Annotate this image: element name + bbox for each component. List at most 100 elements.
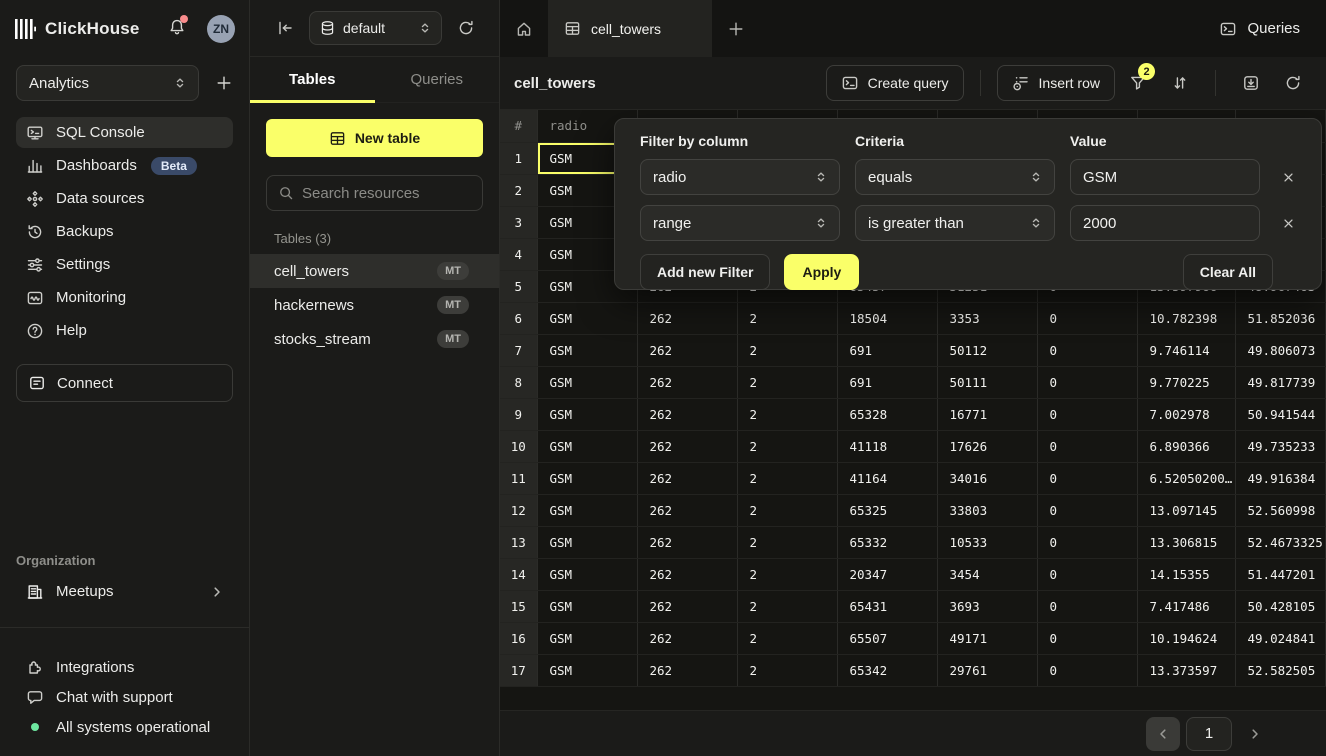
- grid-cell[interactable]: 7.002978: [1137, 398, 1235, 430]
- grid-cell[interactable]: 65325: [837, 494, 937, 526]
- grid-cell[interactable]: 262: [637, 526, 737, 558]
- table-list-item-cell_towers[interactable]: cell_towersMT: [250, 254, 499, 288]
- sidebar-item-meetups[interactable]: Meetups: [16, 576, 233, 607]
- grid-cell[interactable]: 0: [1037, 558, 1137, 590]
- row-number[interactable]: 15: [500, 590, 537, 622]
- grid-cell[interactable]: 0: [1037, 622, 1137, 654]
- sort-button[interactable]: [1161, 65, 1199, 101]
- grid-cell[interactable]: 262: [637, 302, 737, 334]
- grid-cell[interactable]: GSM: [537, 622, 637, 654]
- grid-cell[interactable]: 262: [637, 590, 737, 622]
- filter-column-select-0[interactable]: radio: [640, 159, 840, 195]
- home-tab[interactable]: [500, 0, 548, 57]
- sidebar-item-monitoring[interactable]: Monitoring: [16, 282, 233, 313]
- grid-cell[interactable]: 10.782398: [1137, 302, 1235, 334]
- grid-cell[interactable]: 0: [1037, 526, 1137, 558]
- grid-cell[interactable]: 65507: [837, 622, 937, 654]
- grid-cell[interactable]: 3353: [937, 302, 1037, 334]
- remove-filter-button-0[interactable]: [1275, 172, 1301, 183]
- refresh-table-button[interactable]: [1274, 65, 1312, 101]
- grid-cell[interactable]: 13.373597: [1137, 654, 1235, 686]
- filter-column-select-1[interactable]: range: [640, 205, 840, 241]
- grid-cell[interactable]: GSM: [537, 558, 637, 590]
- grid-cell[interactable]: 14.15355: [1137, 558, 1235, 590]
- add-filter-button[interactable]: Add new Filter: [640, 254, 770, 290]
- grid-cell[interactable]: 0: [1037, 462, 1137, 494]
- grid-cell[interactable]: 65431: [837, 590, 937, 622]
- grid-cell[interactable]: 52.4673325: [1235, 526, 1326, 558]
- grid-cell[interactable]: 262: [637, 558, 737, 590]
- sidebar-item-help[interactable]: Help: [16, 315, 233, 346]
- queries-button[interactable]: Queries: [1193, 0, 1326, 57]
- grid-cell[interactable]: 2: [737, 526, 837, 558]
- grid-cell[interactable]: 0: [1037, 398, 1137, 430]
- grid-cell[interactable]: 41118: [837, 430, 937, 462]
- grid-cell[interactable]: 41164: [837, 462, 937, 494]
- grid-cell[interactable]: 9.746114: [1137, 334, 1235, 366]
- grid-cell[interactable]: 262: [637, 366, 737, 398]
- grid-cell[interactable]: GSM: [537, 462, 637, 494]
- grid-cell[interactable]: 0: [1037, 302, 1137, 334]
- grid-cell[interactable]: 49.817739: [1235, 366, 1326, 398]
- grid-cell[interactable]: 262: [637, 622, 737, 654]
- database-selector[interactable]: default: [309, 11, 442, 45]
- tab-queries[interactable]: Queries: [375, 57, 500, 102]
- row-number[interactable]: 6: [500, 302, 537, 334]
- grid-cell[interactable]: 50.428105: [1235, 590, 1326, 622]
- grid-cell[interactable]: 2: [737, 590, 837, 622]
- grid-cell[interactable]: 0: [1037, 366, 1137, 398]
- row-number[interactable]: 3: [500, 206, 537, 238]
- row-number[interactable]: 10: [500, 430, 537, 462]
- grid-cell[interactable]: 50111: [937, 366, 1037, 398]
- grid-cell[interactable]: 262: [637, 462, 737, 494]
- grid-cell[interactable]: 262: [637, 654, 737, 686]
- grid-cell[interactable]: 13.306815: [1137, 526, 1235, 558]
- insert-row-button[interactable]: Insert row: [997, 65, 1115, 101]
- grid-cell[interactable]: GSM: [537, 398, 637, 430]
- grid-cell[interactable]: 65332: [837, 526, 937, 558]
- grid-cell[interactable]: 3454: [937, 558, 1037, 590]
- new-tab-button[interactable]: [712, 0, 760, 57]
- add-service-button[interactable]: [215, 74, 233, 92]
- row-number[interactable]: 11: [500, 462, 537, 494]
- grid-cell[interactable]: GSM: [537, 366, 637, 398]
- grid-cell[interactable]: 2: [737, 430, 837, 462]
- grid-cell[interactable]: 2: [737, 366, 837, 398]
- remove-filter-button-1[interactable]: [1275, 218, 1301, 229]
- row-number[interactable]: 8: [500, 366, 537, 398]
- clear-all-filters-button[interactable]: Clear All: [1183, 254, 1273, 290]
- grid-cell[interactable]: 50.941544: [1235, 398, 1326, 430]
- grid-cell[interactable]: 49171: [937, 622, 1037, 654]
- grid-cell[interactable]: 2: [737, 462, 837, 494]
- grid-cell[interactable]: 49.024841: [1235, 622, 1326, 654]
- grid-cell[interactable]: 52.582505: [1235, 654, 1326, 686]
- grid-cell[interactable]: 2: [737, 622, 837, 654]
- grid-cell[interactable]: 33803: [937, 494, 1037, 526]
- connect-button[interactable]: Connect: [16, 364, 233, 402]
- grid-cell[interactable]: 52.560998: [1235, 494, 1326, 526]
- grid-cell[interactable]: 65342: [837, 654, 937, 686]
- grid-cell[interactable]: 3693: [937, 590, 1037, 622]
- grid-cell[interactable]: 34016: [937, 462, 1037, 494]
- sidebar-footer-item-all-systems-operational[interactable]: All systems operational: [0, 712, 249, 742]
- grid-cell[interactable]: 2: [737, 494, 837, 526]
- grid-cell[interactable]: 6.890366: [1137, 430, 1235, 462]
- grid-cell[interactable]: GSM: [537, 526, 637, 558]
- grid-cell[interactable]: 262: [637, 334, 737, 366]
- grid-cell[interactable]: 49.735233: [1235, 430, 1326, 462]
- row-number[interactable]: 14: [500, 558, 537, 590]
- download-button[interactable]: [1232, 65, 1270, 101]
- grid-cell[interactable]: 2: [737, 398, 837, 430]
- row-number[interactable]: 2: [500, 174, 537, 206]
- column-header-num[interactable]: #: [500, 110, 537, 142]
- grid-cell[interactable]: 0: [1037, 334, 1137, 366]
- grid-cell[interactable]: 13.097145: [1137, 494, 1235, 526]
- filter-value-input-0[interactable]: GSM: [1070, 159, 1260, 195]
- grid-cell[interactable]: 262: [637, 398, 737, 430]
- grid-cell[interactable]: 49.916384: [1235, 462, 1326, 494]
- grid-cell[interactable]: GSM: [537, 302, 637, 334]
- notifications-button[interactable]: [168, 18, 186, 40]
- grid-cell[interactable]: GSM: [537, 494, 637, 526]
- tab-tables[interactable]: Tables: [250, 57, 375, 102]
- grid-cell[interactable]: 0: [1037, 430, 1137, 462]
